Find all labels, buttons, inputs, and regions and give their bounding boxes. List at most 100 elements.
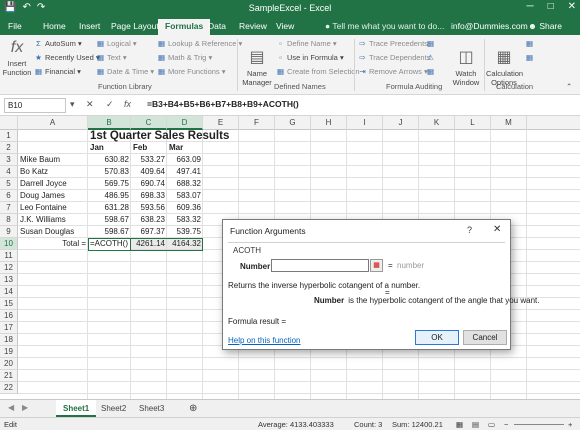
feb-value[interactable]: 698.33 (131, 190, 167, 202)
evaluate-formula-icon[interactable]: ▦ (426, 67, 437, 76)
column-header-c[interactable]: C (131, 116, 167, 130)
salesperson-name[interactable]: Doug James (18, 190, 88, 202)
help-icon[interactable]: ? (467, 225, 472, 235)
mar-value[interactable]: 688.32 (167, 178, 203, 190)
feb-value[interactable]: 697.37 (131, 226, 167, 238)
account-name[interactable]: info@Dummies.com (451, 21, 528, 31)
financial-button[interactable]: ▦ Financial ▾ (34, 67, 81, 76)
close-icon[interactable]: ✕ (493, 224, 501, 235)
collapse-ribbon-icon[interactable]: ⌃ (566, 82, 572, 91)
autosum-button[interactable]: Σ AutoSum ▾ (34, 39, 82, 48)
tab-review[interactable]: Review (239, 21, 267, 31)
row-header-7[interactable]: 7 (0, 202, 18, 214)
use-in-formula-button[interactable]: ▫ Use in Formula ▾ (276, 53, 344, 62)
row-header-4[interactable]: 4 (0, 166, 18, 178)
row-header-19[interactable]: 19 (0, 346, 18, 358)
jan-value[interactable]: 598.67 (88, 214, 131, 226)
salesperson-name[interactable]: J.K. Williams (18, 214, 88, 226)
jan-value[interactable]: 630.82 (88, 154, 131, 166)
sheet-tab-sheet1[interactable]: Sheet1 (56, 400, 97, 417)
feb-value[interactable]: 409.64 (131, 166, 167, 178)
column-header-b[interactable]: B (88, 116, 131, 130)
feb-value[interactable]: 533.27 (131, 154, 167, 166)
page-break-view-icon[interactable]: ▭ (488, 420, 495, 429)
total-feb[interactable]: 4261.14 (131, 238, 167, 250)
date-time-button[interactable]: ▦ Date & Time ▾ (96, 67, 154, 76)
row-header-22[interactable]: 22 (0, 382, 18, 394)
insert-function-fx-button[interactable]: fx (124, 99, 131, 109)
trace-dependents-button[interactable]: ⇨ Trace Dependents (358, 53, 430, 62)
share-button[interactable]: ☻ Share (528, 21, 562, 31)
column-header-e[interactable]: E (203, 116, 239, 130)
column-header-d[interactable]: D (167, 116, 203, 130)
sheet-tab-sheet3[interactable]: Sheet3 (132, 400, 171, 417)
confirm-entry-button[interactable]: ✓ (106, 99, 114, 110)
cancel-entry-button[interactable]: ✕ (86, 99, 94, 110)
row-header-6[interactable]: 6 (0, 190, 18, 202)
row-header-15[interactable]: 15 (0, 298, 18, 310)
tab-insert[interactable]: Insert (79, 21, 100, 31)
zoom-slider[interactable] (514, 424, 564, 425)
calculate-sheet-icon[interactable]: ▦ (525, 53, 536, 62)
help-link[interactable]: Help on this function (228, 336, 301, 345)
column-header-l[interactable]: L (455, 116, 491, 130)
tab-page-layout[interactable]: Page Layout (111, 21, 159, 31)
math-trig-button[interactable]: ▦ Math & Trig ▾ (157, 53, 212, 62)
total-label[interactable]: Total = (18, 238, 88, 250)
name-box-dropdown-icon[interactable]: ▾ (70, 99, 75, 110)
row-header-8[interactable]: 8 (0, 214, 18, 226)
watch-window-button[interactable]: ◫ Watch Window (451, 49, 481, 87)
recently-used-button[interactable]: ★ Recently Used ▾ (34, 53, 100, 62)
text-button[interactable]: ▦ Text ▾ (96, 53, 127, 62)
mar-value[interactable]: 583.32 (167, 214, 203, 226)
insert-function-button[interactable]: fx Insert Function (2, 39, 32, 77)
select-all-corner[interactable] (0, 116, 18, 130)
row-header-3[interactable]: 3 (0, 154, 18, 166)
logical-button[interactable]: ▦ Logical ▾ (96, 39, 137, 48)
column-header-i[interactable]: I (347, 116, 383, 130)
feb-value[interactable]: 638.23 (131, 214, 167, 226)
calculate-now-icon[interactable]: ▦ (525, 39, 536, 48)
row-header-2[interactable]: 2 (0, 142, 18, 154)
tab-file[interactable]: File (8, 21, 22, 31)
cancel-button[interactable]: Cancel (463, 330, 507, 345)
mar-value[interactable]: 539.75 (167, 226, 203, 238)
row-header-16[interactable]: 16 (0, 310, 18, 322)
row-header-18[interactable]: 18 (0, 334, 18, 346)
column-header-m[interactable]: M (491, 116, 527, 130)
prev-sheet-icon[interactable]: ◀ (8, 403, 14, 412)
tab-view[interactable]: View (276, 21, 294, 31)
row-header-13[interactable]: 13 (0, 274, 18, 286)
salesperson-name[interactable]: Leo Fontaine (18, 202, 88, 214)
column-label-mar[interactable]: Mar (167, 142, 203, 154)
page-layout-view-icon[interactable]: ▤ (472, 420, 479, 429)
close-window-button[interactable]: ✕ (568, 1, 576, 12)
feb-value[interactable]: 593.56 (131, 202, 167, 214)
row-header-9[interactable]: 9 (0, 226, 18, 238)
collapse-dialog-icon[interactable]: ▦ (370, 259, 383, 272)
maximize-button[interactable]: □ (548, 1, 554, 12)
mar-value[interactable]: 497.41 (167, 166, 203, 178)
column-header-k[interactable]: K (419, 116, 455, 130)
name-box[interactable]: B10 (4, 98, 66, 113)
next-sheet-icon[interactable]: ▶ (22, 403, 28, 412)
jan-value[interactable]: 570.83 (88, 166, 131, 178)
salesperson-name[interactable]: Susan Douglas (18, 226, 88, 238)
ok-button[interactable]: OK (415, 330, 459, 345)
row-header-12[interactable]: 12 (0, 262, 18, 274)
row-header-5[interactable]: 5 (0, 178, 18, 190)
row-header-1[interactable]: 1 (0, 130, 18, 142)
tab-formulas[interactable]: Formulas (158, 19, 211, 35)
salesperson-name[interactable]: Mike Baum (18, 154, 88, 166)
mar-value[interactable]: 663.09 (167, 154, 203, 166)
column-header-j[interactable]: J (383, 116, 419, 130)
new-sheet-button[interactable]: ⊕ (182, 400, 204, 417)
trace-precedents-button[interactable]: ⇨ Trace Precedents (358, 39, 428, 48)
row-header-17[interactable]: 17 (0, 322, 18, 334)
column-header-a[interactable]: A (18, 116, 88, 130)
total-jan-formula[interactable]: =ACOTH() (88, 238, 131, 250)
jan-value[interactable]: 486.95 (88, 190, 131, 202)
column-label-jan[interactable]: Jan (88, 142, 131, 154)
name-manager-button[interactable]: ▤ Name Manager (240, 49, 274, 87)
jan-value[interactable]: 569.75 (88, 178, 131, 190)
